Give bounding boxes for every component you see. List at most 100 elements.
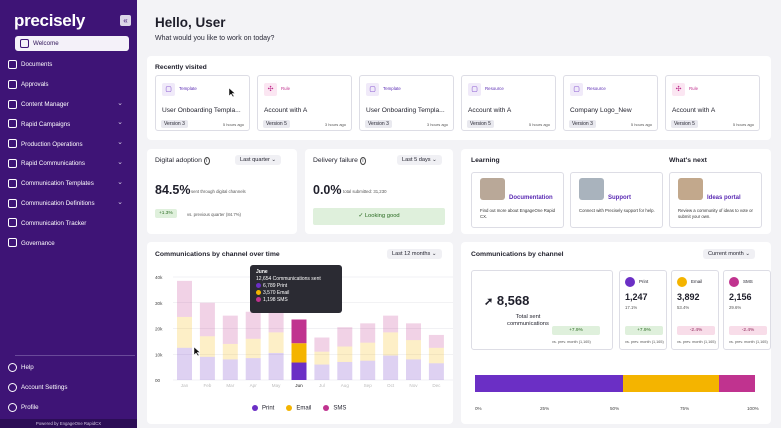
bar-jan-email[interactable] [177, 316, 192, 348]
channel-change: +7.9% [625, 326, 663, 335]
sidebar-item-rapid-communications[interactable]: Rapid Communications ⌄ [0, 154, 137, 174]
bar-mar-sms[interactable] [222, 315, 238, 344]
x-axis-tick: Jun [295, 383, 303, 388]
bar-jan-sms[interactable] [177, 280, 192, 317]
recent-item-name: Company Logo_New [570, 107, 632, 114]
sidebar-item-help[interactable]: Help [0, 358, 137, 378]
bar-apr-sms[interactable] [245, 311, 261, 339]
sidebar-item-communication-templates[interactable]: Communication Templates ⌄ [0, 174, 137, 194]
bar-sep-print[interactable] [360, 360, 376, 380]
sidebar-item-label: Documents [21, 61, 53, 69]
bar-apr-email[interactable] [245, 338, 261, 359]
sidebar-item-welcome[interactable]: Welcome [15, 36, 129, 51]
sidebar-item-communication-tracker[interactable]: Communication Tracker [0, 213, 137, 233]
channel-value: 2,156 [729, 292, 752, 302]
bar-mar-print[interactable] [222, 359, 238, 380]
support-link[interactable]: Support [608, 195, 631, 201]
recent-item[interactable]: ▢ Template User Onboarding Templa... Versio… [359, 75, 454, 131]
recent-item[interactable]: ▢ Resource Account with A Version 5 5 hours … [461, 75, 556, 131]
bar-jun-sms[interactable] [291, 319, 307, 344]
bar-feb-sms[interactable] [199, 302, 215, 337]
delivery-failure-period-dropdown[interactable]: Last 5 days ⌄ [397, 155, 442, 165]
bar-dec-print[interactable] [428, 363, 444, 380]
channel-value: 1,247 [625, 292, 648, 302]
x-axis-tick: Dec [432, 383, 441, 388]
info-icon[interactable]: i [359, 157, 366, 165]
bar-jun-email[interactable] [291, 343, 307, 363]
email-icon [677, 277, 687, 287]
bar-dec-email[interactable] [428, 347, 444, 364]
ideas-portal-link[interactable]: Ideas portal [707, 195, 741, 201]
tracker-icon [8, 218, 17, 228]
sidebar-item-rapid-campaigns[interactable]: Rapid Campaigns ⌄ [0, 114, 137, 134]
documentation-card[interactable]: Documentation Find out more about Engage… [471, 172, 564, 228]
sidebar-item-communication-definitions[interactable]: Communication Definitions ⌄ [0, 194, 137, 214]
sidebar-item-approvals[interactable]: Approvals [0, 75, 137, 95]
bar-jan-print[interactable] [177, 347, 192, 380]
sidebar-item-governance[interactable]: Governance [0, 233, 137, 253]
comm-by-channel-period-dropdown[interactable]: Current month ⌄ [703, 249, 756, 259]
bar-sep-email[interactable] [360, 342, 376, 361]
bar-jul-sms[interactable] [314, 337, 330, 352]
bar-aug-email[interactable] [337, 346, 353, 362]
bar-jul-print[interactable] [314, 364, 330, 380]
sidebar-item-documents[interactable]: Documents [0, 55, 137, 75]
page-subtitle: What would you like to work on today? [155, 35, 275, 42]
bar-jul-email[interactable] [314, 351, 330, 365]
sidebar-item-profile[interactable]: Profile [0, 398, 137, 418]
bar-oct-sms[interactable] [383, 315, 399, 333]
ideas-portal-card[interactable]: Ideas portal Review a community of ideas… [669, 172, 762, 228]
recent-item[interactable]: ▢ Template User Onboarding Templa... Versio… [155, 75, 250, 131]
bar-apr-print[interactable] [245, 358, 261, 380]
recent-item-version: Version 5 [263, 120, 290, 128]
bar-aug-sms[interactable] [337, 327, 353, 347]
info-icon[interactable]: i [203, 157, 210, 165]
mouse-cursor-icon [194, 347, 200, 356]
bar-feb-email[interactable] [199, 336, 215, 357]
bar-may-print[interactable] [268, 352, 284, 380]
recent-item[interactable]: ✣ Rule Account with A Version 5 3 hours ago [257, 75, 352, 131]
sidebar-item-account-settings[interactable]: Account Settings [0, 378, 137, 398]
bar-mar-email[interactable] [222, 343, 238, 360]
tooltip-email: 3,570 Email [256, 290, 336, 297]
bar-nov-email[interactable] [406, 340, 421, 360]
channel-card-print: Print 1,247 17.1% +7.9% vs. prev. month (1,1… [619, 270, 667, 350]
bar-nov-print[interactable] [406, 359, 421, 380]
rule-icon: ✣ [264, 83, 277, 96]
bar-oct-email[interactable] [383, 332, 399, 356]
bar-feb-print[interactable] [199, 356, 215, 380]
bar-sep-sms[interactable] [360, 323, 376, 343]
bar-may-email[interactable] [268, 332, 284, 353]
bar-oct-print[interactable] [383, 355, 399, 380]
channel-card-sms: SMS 2,156 29.6% -2.4% vs. prev. month (1,165… [723, 270, 771, 350]
recent-item[interactable]: ▢ Resource Company Logo_New Version 3 5 hour… [563, 75, 658, 131]
bar-dec-sms[interactable] [428, 334, 444, 348]
legend-print[interactable]: Print [252, 405, 274, 412]
recent-item[interactable]: ✣ Rule Account with A Version 5 5 hours ago [665, 75, 760, 131]
collapse-sidebar-button[interactable]: « [120, 15, 131, 26]
rule-icon: ✣ [672, 83, 685, 96]
channel-share-bar [475, 375, 755, 392]
bar-jun-print[interactable] [291, 362, 307, 380]
template-icon: ▢ [366, 83, 379, 96]
documentation-desc: Find out more about EngageOne Rapid CX. [480, 208, 556, 219]
sidebar-item-content-manager[interactable]: Content Manager ⌄ [0, 95, 137, 115]
settings-icon [8, 382, 17, 392]
powered-by: Powered by EngageOne RapidCX [0, 419, 137, 428]
chevron-down-icon: ⌄ [271, 157, 277, 163]
x-axis-tick: Feb [203, 383, 211, 388]
chevron-down-icon: ⌄ [117, 99, 123, 107]
sidebar-item-label: Account Settings [21, 384, 68, 392]
sidebar-item-production-operations[interactable]: Production Operations ⌄ [0, 134, 137, 154]
digital-adoption-period-dropdown[interactable]: Last quarter ⌄ [235, 155, 282, 165]
legend-email[interactable]: Email [286, 405, 311, 412]
bar-nov-sms[interactable] [406, 323, 421, 341]
legend-sms[interactable]: SMS [323, 405, 346, 412]
recent-item-name: User Onboarding Templa... [366, 107, 445, 114]
resource-icon: ▢ [468, 83, 481, 96]
support-card[interactable]: Support Connect with Precisely support f… [570, 172, 663, 228]
sidebar-nav: Welcome Documents Approvals Content Manager… [0, 36, 137, 253]
bar-aug-print[interactable] [337, 361, 353, 380]
channel-label: Print [639, 279, 649, 284]
documentation-link[interactable]: Documentation [509, 195, 553, 201]
